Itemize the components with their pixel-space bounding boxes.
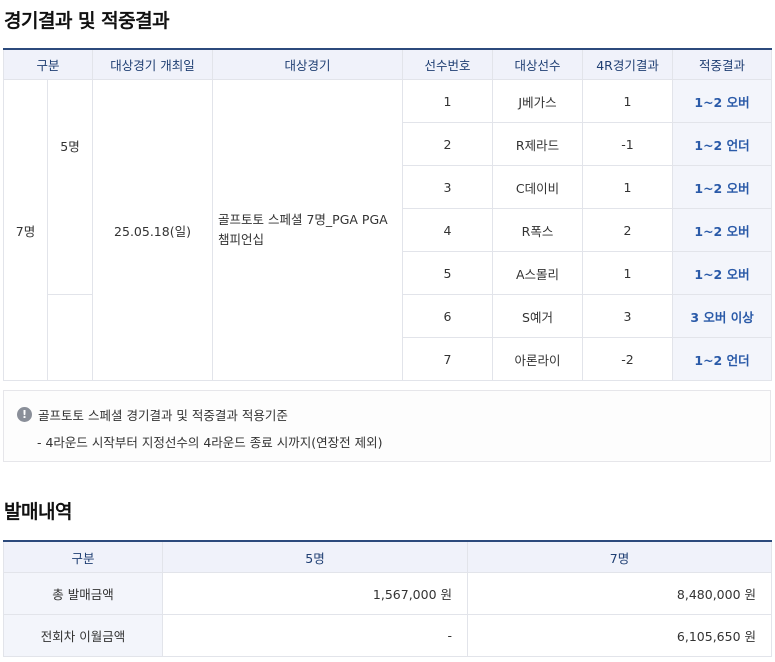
header-player: 대상선수 (492, 48, 584, 80)
sales-value-5: - (162, 614, 468, 657)
hit-result-cell: 1~2 오버 (672, 208, 773, 252)
sales-value-7: 6,105,650 원 (467, 614, 772, 657)
results-header-row: 구분 대상경기 개최일 대상경기 선수번호 대상선수 4R경기결과 적중결과 (2, 48, 773, 80)
round-result-cell: 2 (582, 208, 674, 252)
group-sub-cell: 5명 (46, 79, 94, 295)
sales-row-label: 전회차 이월금액 (3, 614, 163, 657)
round-result-cell: 1 (582, 79, 674, 123)
header-match: 대상경기 (212, 48, 404, 80)
sales-table: 구분 5명 7명 총 발매금액 1,567,000 원 8,480,000 원 … (3, 540, 772, 657)
round-result-cell: 1 (582, 165, 674, 209)
round-result-cell: -1 (582, 122, 674, 166)
player-no-cell: 2 (402, 122, 494, 166)
round-result-cell: 1 (582, 251, 674, 295)
player-no-cell: 6 (402, 294, 494, 338)
player-name-cell: J베가스 (492, 79, 584, 123)
player-no-cell: 5 (402, 251, 494, 295)
player-no-cell: 4 (402, 208, 494, 252)
sales-section-title: 발매내역 (4, 501, 72, 523)
round-result-cell: 3 (582, 294, 674, 338)
table-row: 총 발매금액 1,567,000 원 8,480,000 원 (3, 572, 772, 615)
results-table: 구분 대상경기 개최일 대상경기 선수번호 대상선수 4R경기결과 적중결과 7… (2, 48, 773, 381)
header-4r-result: 4R경기결과 (582, 48, 674, 80)
player-no-cell: 3 (402, 165, 494, 209)
hit-result-cell: 1~2 오버 (672, 165, 773, 209)
sales-row-label: 총 발매금액 (3, 572, 163, 615)
hit-result-cell: 1~2 언더 (672, 337, 773, 381)
table-row: 전회차 이월금액 - 6,105,650 원 (3, 614, 772, 657)
info-icon: ! (17, 407, 32, 422)
player-no-cell: 1 (402, 79, 494, 123)
player-name-cell: A스몰리 (492, 251, 584, 295)
player-name-cell: 아론라이 (492, 337, 584, 381)
hit-result-cell: 1~2 오버 (672, 251, 773, 295)
sales-header-row: 구분 5명 7명 (3, 540, 772, 573)
group-empty-cell (46, 294, 94, 381)
sales-header-category: 구분 (3, 540, 163, 573)
table-row: 7명 5명 25.05.18(일) 골프토토 스페셜 7명_PGA PGA 챔피… (3, 79, 773, 381)
player-no-cell: 7 (402, 337, 494, 381)
header-category: 구분 (2, 48, 94, 80)
header-player-no: 선수번호 (402, 48, 494, 80)
hit-result-cell: 1~2 언더 (672, 122, 773, 166)
match-date-cell: 25.05.18(일) (92, 79, 214, 381)
round-result-cell: -2 (582, 337, 674, 381)
group-total-cell: 7명 (3, 79, 48, 381)
player-name-cell: C데이비 (492, 165, 584, 209)
header-hit-result: 적중결과 (672, 48, 773, 80)
hit-result-cell: 1~2 오버 (672, 79, 773, 123)
player-name-cell: R폭스 (492, 208, 584, 252)
player-name-cell: R제라드 (492, 122, 584, 166)
match-name-cell: 골프토토 스페셜 7명_PGA PGA 챔피언십 (212, 79, 404, 381)
sales-header-5: 5명 (162, 540, 468, 573)
sales-header-7: 7명 (467, 540, 772, 573)
hit-result-cell: 3 오버 이상 (672, 294, 773, 338)
player-name-cell: S예거 (492, 294, 584, 338)
notice-title: 골프토토 스페셜 경기결과 및 적중결과 적용기준 (38, 408, 288, 423)
sales-value-7: 8,480,000 원 (467, 572, 772, 615)
sales-value-5: 1,567,000 원 (162, 572, 468, 615)
notice-box: ! 골프토토 스페셜 경기결과 및 적중결과 적용기준 - 4라운드 시작부터 … (3, 390, 771, 462)
notice-header: ! 골프토토 스페셜 경기결과 및 적중결과 적용기준 (17, 405, 288, 424)
notice-item: - 4라운드 시작부터 지정선수의 4라운드 종료 시까지(연장전 제외) (37, 435, 383, 450)
results-section-title: 경기결과 및 적중결과 (4, 10, 170, 32)
header-match-date: 대상경기 개최일 (92, 48, 214, 80)
